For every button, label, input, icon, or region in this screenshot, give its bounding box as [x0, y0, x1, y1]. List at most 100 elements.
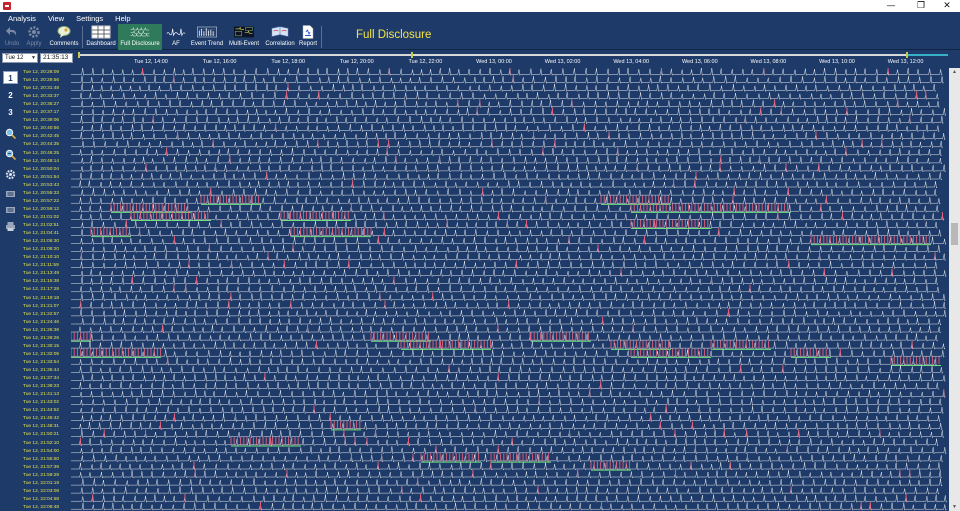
date-select[interactable]: Tue 12 ▼ — [2, 53, 38, 63]
full-disclosure-button[interactable]: Full Disclosure — [118, 24, 162, 50]
minimize-button[interactable]: — — [876, 0, 906, 12]
strip-timestamp[interactable]: Tue 12, 20:50:04 — [23, 166, 59, 174]
strip-timestamp[interactable]: Tue 12, 21:30:15 — [23, 343, 59, 351]
strip-timestamp[interactable]: Tue 12, 21:11:59 — [23, 262, 59, 270]
strip-timestamp[interactable]: Tue 12, 20:46:25 — [23, 150, 59, 158]
strip-timestamp[interactable]: Tue 12, 20:55:33 — [23, 190, 59, 198]
time-input[interactable]: 21:35:13 — [40, 53, 73, 63]
scrollbar-thumb[interactable] — [951, 223, 958, 245]
ecg-strip-trace — [71, 228, 942, 238]
strip-timestamp[interactable]: Tue 12, 20:57:22 — [23, 198, 59, 206]
strip-timestamp[interactable]: Tue 12, 21:46:42 — [23, 415, 59, 423]
strip-timestamp[interactable]: Tue 12, 20:59:12 — [23, 206, 59, 214]
strip-timestamp[interactable]: Tue 12, 21:43:02 — [23, 399, 59, 407]
strip-timestamp[interactable]: Tue 12, 20:53:43 — [23, 182, 59, 190]
strip-timestamp[interactable]: Tue 12, 21:54:00 — [23, 448, 59, 456]
dashboard-button[interactable]: Dashboard — [85, 24, 117, 50]
strip-timestamp[interactable]: Tue 12, 22:03:08 — [23, 488, 59, 496]
page-title: Full Disclosure — [356, 29, 432, 41]
menu-view[interactable]: View — [48, 14, 64, 23]
report-button[interactable]: Report — [297, 24, 319, 50]
af-wave-icon — [166, 25, 186, 39]
strip-timestamp[interactable]: Tue 12, 21:26:36 — [23, 327, 59, 335]
strip-timestamp[interactable]: Tue 12, 21:06:30 — [23, 238, 59, 246]
strip-timestamp[interactable]: Tue 12, 21:57:39 — [23, 464, 59, 472]
strip-timestamp[interactable]: Tue 12, 21:32:05 — [23, 351, 59, 359]
timeline-start-marker[interactable] — [78, 52, 80, 58]
timeline-scroll-indicator[interactable] — [908, 54, 948, 56]
strip-timestamp[interactable]: Tue 12, 21:04:41 — [23, 230, 59, 238]
strip-timestamp[interactable]: Tue 12, 21:44:52 — [23, 407, 59, 415]
channel-1-button[interactable]: 1 — [3, 71, 18, 84]
multi-event-icon — [234, 25, 254, 39]
multi-event-button[interactable]: Multi-Event — [226, 24, 262, 50]
timeline-position-marker[interactable] — [411, 52, 413, 58]
timeline-tick-label: Wed 13, 00:00 — [476, 59, 512, 65]
correlation-button[interactable]: Correlation — [263, 24, 297, 50]
ecg-strip-area[interactable] — [71, 68, 948, 511]
print-icon[interactable] — [4, 220, 17, 232]
ecg-strips-canvas[interactable] — [71, 68, 948, 511]
strip-timestamp[interactable]: Tue 12, 20:31:48 — [23, 85, 59, 93]
menu-settings[interactable]: Settings — [76, 14, 103, 23]
strip-timestamp[interactable]: Tue 12, 21:41:13 — [23, 391, 59, 399]
strip-timestamp[interactable]: Tue 12, 21:39:23 — [23, 383, 59, 391]
strip-timestamp[interactable]: Tue 12, 20:37:17 — [23, 109, 59, 117]
channel-2-button[interactable]: 2 — [3, 89, 18, 102]
strip-timestamp[interactable]: Tue 12, 21:13:49 — [23, 270, 59, 278]
strip-timestamp[interactable]: Tue 12, 21:19:18 — [23, 295, 59, 303]
menu-analysis[interactable]: Analysis — [8, 14, 36, 23]
event-trend-button[interactable]: Event Trend — [190, 24, 224, 50]
ecg-strip-trace — [71, 276, 938, 286]
settings-gear-icon[interactable] — [4, 168, 17, 180]
channel-3-button[interactable]: 3 — [3, 106, 18, 119]
strip-timestamp[interactable]: Tue 12, 21:01:02 — [23, 214, 59, 222]
strip-timestamp[interactable]: Tue 12, 21:33:54 — [23, 359, 59, 367]
timeline-ruler[interactable]: Tue 12, 14:00 Tue 12, 16:00 Tue 12, 18:00 T… — [76, 50, 950, 68]
strip-timestamp[interactable]: Tue 12, 20:28:09 — [23, 69, 59, 77]
export-strip-icon[interactable] — [4, 204, 17, 216]
strip-timestamp[interactable]: Tue 12, 21:35:44 — [23, 367, 59, 375]
vertical-scrollbar[interactable]: ▲ ▼ — [949, 68, 960, 511]
undo-button[interactable]: Undo — [2, 24, 22, 50]
print-strip-icon[interactable] — [4, 188, 17, 200]
strip-timestamp[interactable]: Tue 12, 21:24:46 — [23, 319, 59, 327]
apply-button[interactable]: Apply — [24, 24, 44, 50]
strip-timestamp[interactable]: Tue 12, 20:44:35 — [23, 141, 59, 149]
strip-timestamp[interactable]: Tue 12, 21:10:10 — [23, 254, 59, 262]
zoom-out-icon[interactable] — [4, 148, 17, 160]
strip-timestamp[interactable]: Tue 12, 20:42:45 — [23, 133, 59, 141]
strip-timestamp[interactable]: Tue 12, 21:02:51 — [23, 222, 59, 230]
strip-timestamp[interactable]: Tue 12, 22:04:58 — [23, 496, 59, 504]
menu-help[interactable]: Help — [115, 14, 130, 23]
strip-timestamp[interactable]: Tue 12, 21:08:20 — [23, 246, 59, 254]
strip-timestamp[interactable]: Tue 12, 20:40:56 — [23, 125, 59, 133]
strip-timestamp[interactable]: Tue 12, 20:29:56 — [23, 77, 59, 85]
zoom-in-icon[interactable] — [4, 127, 17, 139]
strip-timestamp[interactable]: Tue 12, 21:48:31 — [23, 423, 59, 431]
strip-timestamp[interactable]: Tue 12, 21:59:29 — [23, 472, 59, 480]
strip-timestamp[interactable]: Tue 12, 21:28:26 — [23, 335, 59, 343]
strip-timestamp[interactable]: Tue 12, 20:51:54 — [23, 174, 59, 182]
strip-timestamp[interactable]: Tue 12, 20:39:06 — [23, 117, 59, 125]
strip-timestamp[interactable]: Tue 12, 20:33:37 — [23, 93, 59, 101]
close-button[interactable]: ✕ — [932, 0, 960, 12]
comments-button[interactable]: Comments — [48, 24, 80, 50]
strip-timestamp[interactable]: Tue 12, 21:21:07 — [23, 303, 59, 311]
scroll-down-icon[interactable]: ▼ — [951, 503, 958, 511]
strip-timestamp[interactable]: Tue 12, 21:22:57 — [23, 311, 59, 319]
date-select-value: Tue 12 — [5, 55, 24, 61]
strip-timestamp[interactable]: Tue 12, 22:01:19 — [23, 480, 59, 488]
strip-timestamp[interactable]: Tue 12, 21:15:38 — [23, 278, 59, 286]
scroll-up-icon[interactable]: ▲ — [951, 68, 958, 76]
strip-timestamp[interactable]: Tue 12, 20:48:14 — [23, 158, 59, 166]
strip-timestamp[interactable]: Tue 12, 21:52:10 — [23, 440, 59, 448]
strip-timestamp[interactable]: Tue 12, 21:55:50 — [23, 456, 59, 464]
ecg-strip-trace — [71, 437, 939, 447]
strip-timestamp[interactable]: Tue 12, 21:37:34 — [23, 375, 59, 383]
strip-timestamp[interactable]: Tue 12, 21:50:21 — [23, 431, 59, 439]
af-button[interactable]: AF — [163, 24, 189, 50]
strip-timestamp[interactable]: Tue 12, 20:35:27 — [23, 101, 59, 109]
strip-timestamp[interactable]: Tue 12, 22:06:48 — [23, 504, 59, 511]
strip-timestamp[interactable]: Tue 12, 21:17:28 — [23, 286, 59, 294]
